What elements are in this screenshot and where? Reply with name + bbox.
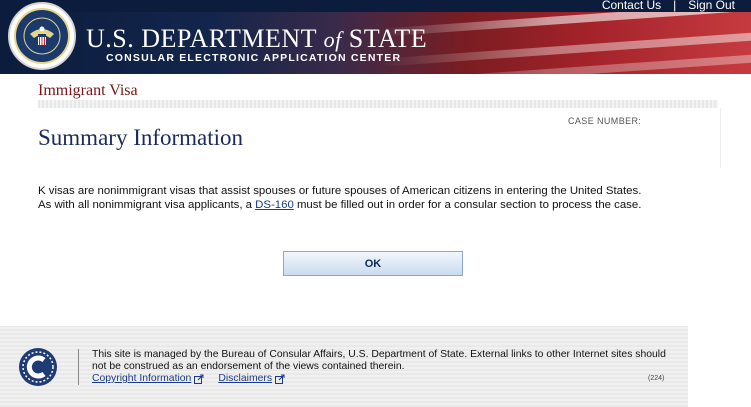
ok-button[interactable]: OK — [283, 251, 463, 276]
copyright-link-label: Copyright Information — [92, 373, 192, 384]
copyright-information-link[interactable]: Copyright Information — [92, 373, 204, 384]
section-divider — [38, 100, 718, 108]
paragraph-line2-before: As with all nonimmigrant visa applicants… — [38, 199, 256, 211]
summary-paragraph: K visas are nonimmigrant visas that assi… — [38, 184, 728, 212]
title-of: of — [323, 27, 342, 52]
header-banner: Contact Us | Sign Out U.S. DEPARTMENT of… — [0, 0, 751, 74]
paragraph-line2-after: must be filled out in order for a consul… — [293, 199, 642, 211]
link-separator: | — [673, 0, 677, 12]
contact-us-link[interactable]: Contact Us — [602, 0, 661, 12]
external-link-icon — [194, 374, 204, 384]
title-part2: STATE — [348, 24, 428, 53]
paragraph-line1: K visas are nonimmigrant visas that assi… — [38, 185, 642, 197]
external-link-icon — [275, 374, 285, 384]
footer: This site is managed by the Bureau of Co… — [0, 326, 688, 407]
footer-divider — [78, 349, 79, 385]
ds160-link[interactable]: DS-160 — [255, 199, 294, 211]
department-seal-icon[interactable] — [8, 2, 76, 70]
vertical-divider — [720, 108, 721, 168]
disclaimers-link[interactable]: Disclaimers — [218, 373, 285, 384]
consular-affairs-logo-icon — [19, 348, 57, 386]
case-number-label: CASE NUMBER: — [568, 116, 642, 126]
case-number-value — [646, 116, 716, 127]
footer-disclaimer-text: This site is managed by the Bureau of Co… — [92, 349, 666, 372]
footer-links: Copyright Information Disclaimers — [92, 373, 285, 384]
top-links: Contact Us | Sign Out — [602, 0, 735, 12]
title-part1: U.S. DEPARTMENT — [86, 24, 317, 53]
page-title: Summary Information — [38, 125, 244, 150]
site-subtitle: CONSULAR ELECTRONIC APPLICATION CENTER — [106, 52, 402, 64]
site-title: U.S. DEPARTMENT of STATE — [86, 24, 427, 55]
section-label: Immigrant Visa — [38, 82, 138, 99]
sign-out-link[interactable]: Sign Out — [688, 0, 735, 12]
footer-version-code: (224) — [648, 375, 665, 382]
disclaimers-link-label: Disclaimers — [218, 373, 273, 384]
